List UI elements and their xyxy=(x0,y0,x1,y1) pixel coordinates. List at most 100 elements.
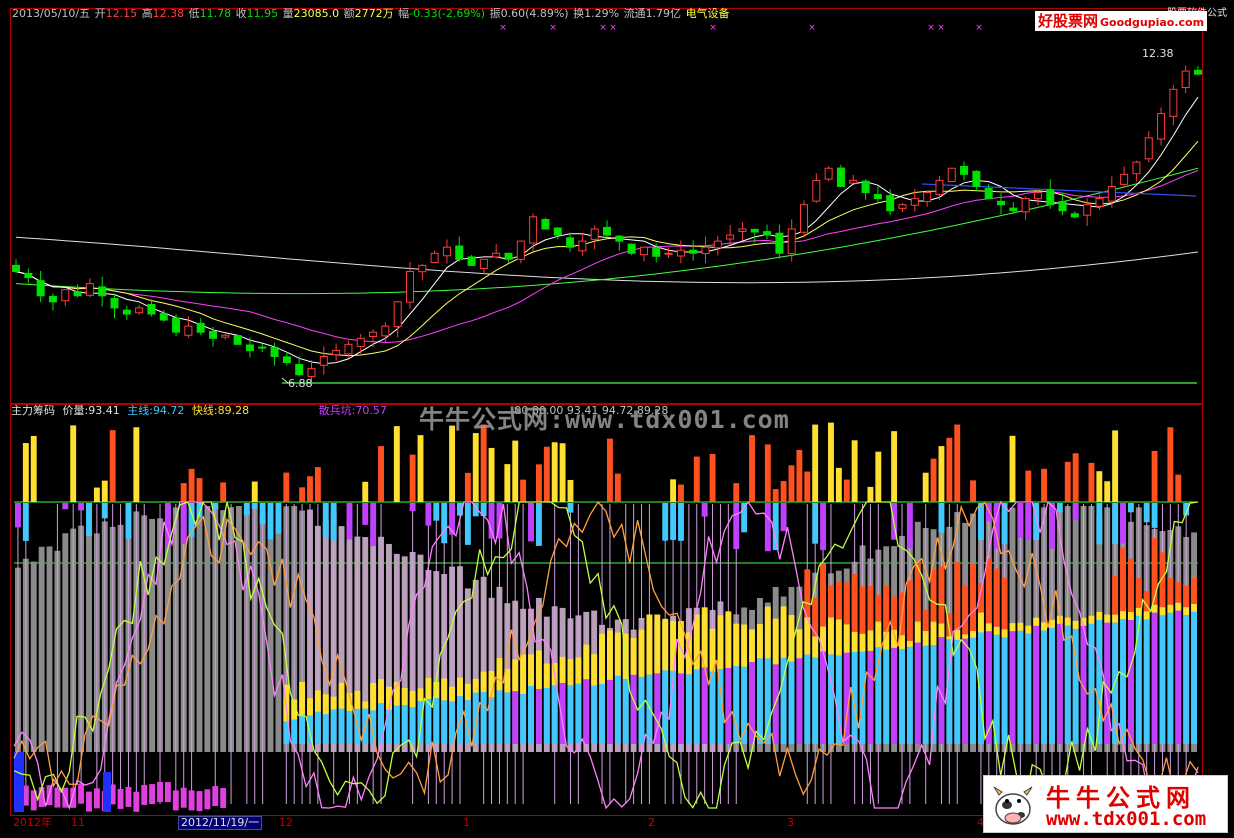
lower-histogram-bar xyxy=(1127,503,1134,513)
lower-histogram-bar xyxy=(62,503,69,510)
main-force-bar xyxy=(899,649,905,744)
candle-body xyxy=(849,179,858,184)
fast-bar xyxy=(828,617,834,655)
candle-body xyxy=(553,227,562,236)
main-force-bar xyxy=(1001,637,1008,744)
fast-bar xyxy=(480,671,487,692)
hot-bar xyxy=(867,585,874,631)
upper-histogram-bar xyxy=(812,424,819,502)
candle-body xyxy=(369,331,378,338)
fast-bar xyxy=(299,681,306,715)
lower-histogram-bar xyxy=(243,503,250,516)
axis-month-2: 2 xyxy=(648,816,655,829)
candle-body xyxy=(775,232,784,254)
main-force-bar xyxy=(512,691,519,744)
lower-histogram-bar xyxy=(977,503,984,540)
float-label: 流通 xyxy=(623,7,646,20)
candle-body xyxy=(701,246,710,255)
main-force-bar xyxy=(441,700,448,744)
candle-body xyxy=(566,237,575,248)
main-force-bar xyxy=(1151,612,1158,744)
hot-bar xyxy=(1135,578,1142,608)
fast-bar xyxy=(820,626,827,652)
fast-bar xyxy=(662,618,669,671)
upper-histogram-bar xyxy=(109,430,116,502)
lower-histogram-bar xyxy=(330,503,337,541)
amount-value: 2772万 xyxy=(354,7,394,20)
candle-body xyxy=(135,307,144,314)
fast-bar xyxy=(1096,611,1103,620)
upper-histogram-bar xyxy=(796,449,803,502)
main-force-bar xyxy=(1127,619,1134,744)
event-marker: × xyxy=(609,23,617,33)
lower-histogram-bar xyxy=(22,503,29,541)
fast-bar xyxy=(575,657,582,684)
low-label: 低 xyxy=(188,7,200,20)
stock-chart-window: × × × × × × × × × 2013/05/10/五 开12.15 高12.38 低11… xyxy=(0,0,1234,838)
main-force-bar xyxy=(1056,623,1063,744)
candle-body xyxy=(910,198,919,206)
upper-histogram-bar xyxy=(804,471,811,502)
fast-bar xyxy=(1033,617,1040,626)
upper-histogram-bar xyxy=(299,487,306,502)
retail-bar xyxy=(93,788,100,809)
lower-histogram-bar xyxy=(1025,503,1032,540)
main-force-bar xyxy=(678,673,684,744)
upper-histogram-bar xyxy=(488,447,495,502)
upper-histogram-bar xyxy=(1088,462,1095,502)
upper-histogram-bar xyxy=(22,443,29,502)
retail-bar xyxy=(70,787,77,808)
main-force-bar xyxy=(962,638,969,744)
candle-body xyxy=(1095,198,1104,207)
candle-body xyxy=(984,187,993,200)
upper-histogram-bar xyxy=(1167,427,1174,502)
sector-label[interactable]: 电气设备 xyxy=(686,7,730,20)
fast-bar xyxy=(1127,611,1134,620)
main-force-bar xyxy=(1143,619,1150,744)
fast-bar xyxy=(599,633,605,684)
main-force-bar xyxy=(622,678,629,744)
lower-histogram-bar xyxy=(662,503,669,541)
fast-bar xyxy=(899,635,905,650)
upper-histogram-bar xyxy=(1072,453,1079,502)
fast-bar xyxy=(591,654,598,686)
gray-volume-bar xyxy=(46,546,53,752)
main-force-bar xyxy=(504,692,511,744)
upper-histogram-bar xyxy=(693,456,700,502)
lower-histogram-bar xyxy=(528,503,534,542)
axis-selected-date[interactable]: 2012/11/19/一 xyxy=(178,816,263,830)
candle-body xyxy=(233,335,242,345)
candle-body xyxy=(935,179,944,195)
gray-volume-bar xyxy=(149,518,156,752)
hot-bar xyxy=(1151,537,1158,605)
main-force-bar xyxy=(599,683,605,744)
upper-histogram-bar xyxy=(922,472,929,502)
main-force-bar xyxy=(614,675,621,744)
hot-bar xyxy=(922,609,929,631)
lower-histogram-bar xyxy=(1151,503,1158,528)
main-force-bar xyxy=(1183,615,1190,744)
retail-bar xyxy=(164,782,171,803)
candle-body xyxy=(750,228,759,233)
fast-bar xyxy=(646,614,653,675)
upper-histogram-bar xyxy=(946,437,953,502)
candle-body xyxy=(270,346,279,357)
main-force-bar xyxy=(1167,612,1174,744)
candle-body xyxy=(812,179,821,202)
upper-histogram-bar xyxy=(504,464,511,502)
candle-body xyxy=(258,346,267,349)
upper-histogram-bar xyxy=(307,476,313,502)
main-force-bar xyxy=(1041,630,1048,744)
amplitude-label: 振 xyxy=(489,7,501,20)
retail-bar xyxy=(117,788,124,809)
candle-body xyxy=(627,243,636,254)
upper-histogram-bar xyxy=(970,480,976,502)
fast-bar xyxy=(520,654,527,694)
retail-bar xyxy=(196,791,203,812)
hot-bar xyxy=(970,563,976,631)
indicator-name[interactable]: 主力筹码 xyxy=(11,404,55,417)
hot-bar xyxy=(883,585,890,632)
candle-body xyxy=(504,252,513,260)
brand-logo-top: 股票软件公式 好股票网Goodgupiao.com xyxy=(1035,6,1231,32)
axis-month-11: 11 xyxy=(71,816,85,829)
